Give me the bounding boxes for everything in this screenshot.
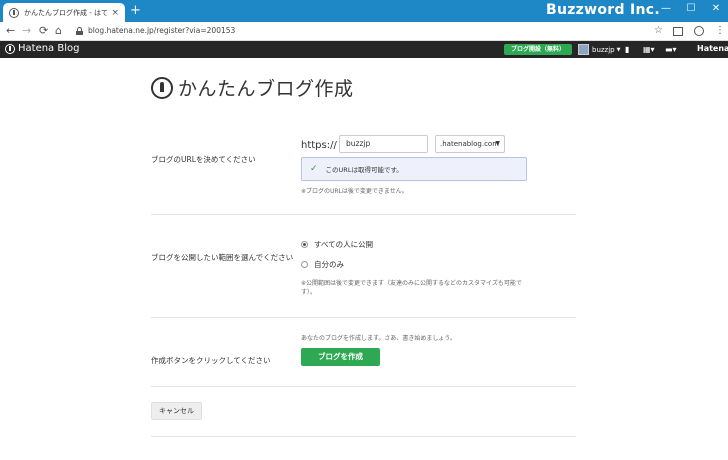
hatena-blog-logo[interactable]: Hatena Blog [5,43,79,54]
radio-public[interactable]: すべての人に公開 [301,239,373,250]
radio-private-label: 自分のみ [314,260,344,269]
scope-section-label: ブログを公開したい範囲を選んでください [151,253,294,262]
lock-icon [76,27,83,35]
minimize-icon[interactable]: — [654,0,678,22]
reload-icon[interactable]: ⟳ [39,24,48,38]
url-prefix: https:// [301,140,337,151]
close-window-icon[interactable]: ✕ [704,0,728,22]
back-icon[interactable]: ← [6,24,15,38]
address-bar: ← → ⟳ ⌂ blog.hatena.ne.jp/register?via=2… [0,22,728,41]
hatena-link[interactable]: Hatena [697,44,728,53]
divider [151,436,576,437]
url-section-label: ブログのURLを決めてください [151,155,256,164]
create-section-label: 作成ボタンをクリックしてください [151,356,271,365]
apps-grid-icon[interactable]: ▦▾ [643,44,655,55]
url-field[interactable]: blog.hatena.ne.jp/register?via=200153 [88,26,235,35]
check-icon: ✓ [310,164,318,174]
hatena-blog-pen-icon [151,76,173,99]
new-tab-button[interactable]: + [130,3,141,19]
subdomain-input[interactable]: buzzjp [339,135,428,153]
tab-close-icon[interactable]: × [111,8,119,18]
radio-unchecked-icon [301,261,308,268]
chevron-down-icon: ▼ [616,46,621,53]
home-icon[interactable]: ⌂ [55,24,62,38]
cancel-button[interactable]: キャンセル [151,402,202,420]
hatena-logo-icon [5,43,15,54]
radio-checked-icon [301,241,308,248]
avatar [578,44,589,55]
create-note: あなたのブログを作成します。さあ、書き始めましょう。 [301,335,457,342]
domain-select-value: .hatenablog.com [440,140,500,148]
create-blog-button[interactable]: ブログを作成 [301,348,380,366]
hatena-header: Hatena Blog ブログ開設（無料） buzzjp ▼ ▮ ▦▾ ▬▾ H… [0,41,728,58]
browser-titlebar: かんたんブログ作成 - はてなブログ × + Buzzword Inc. — ☐… [0,0,728,22]
page-title: かんたんブログ作成 [151,74,354,101]
availability-text: このURLは取得可能です。 [325,166,403,174]
divider [151,317,576,318]
url-note: ※ブログのURLは後で変更できません。 [301,188,408,195]
radio-private[interactable]: 自分のみ [301,259,344,270]
profile-icon[interactable] [694,26,704,36]
divider [151,386,576,387]
forward-icon[interactable]: → [22,24,31,38]
logo-text: Hatena Blog [18,43,80,54]
radio-public-label: すべての人に公開 [314,240,374,249]
username: buzzjp [592,45,615,54]
divider [151,214,576,215]
scope-note: ※公開範囲は後で変更できます（友達のみに公開するなどのカスタマイズも可能です）。 [301,280,522,296]
bookmark-icon[interactable]: ▮ [625,44,629,55]
open-blog-button[interactable]: ブログ開設（無料） [504,44,572,55]
brand-watermark: Buzzword Inc. [546,2,660,18]
maximize-icon[interactable]: ☐ [679,0,703,22]
browser-tab[interactable]: かんたんブログ作成 - はてなブログ × [3,3,125,22]
notification-icon[interactable]: ▬▾ [665,44,677,55]
page-heading: かんたんブログ作成 [178,78,354,100]
user-menu[interactable]: buzzjp ▼ [578,44,620,55]
domain-select[interactable]: .hatenablog.com ▼ [435,135,505,153]
hatena-favicon-icon [9,7,19,18]
browser-menu-icon[interactable]: ⋮ [715,25,725,37]
bookmark-star-icon[interactable]: ☆ [654,25,663,37]
chevron-down-icon: ▼ [495,140,500,147]
extension-icon[interactable] [673,27,683,36]
availability-message: ✓ このURLは取得可能です。 [301,157,527,181]
tab-title: かんたんブログ作成 - はてなブログ [24,8,108,17]
